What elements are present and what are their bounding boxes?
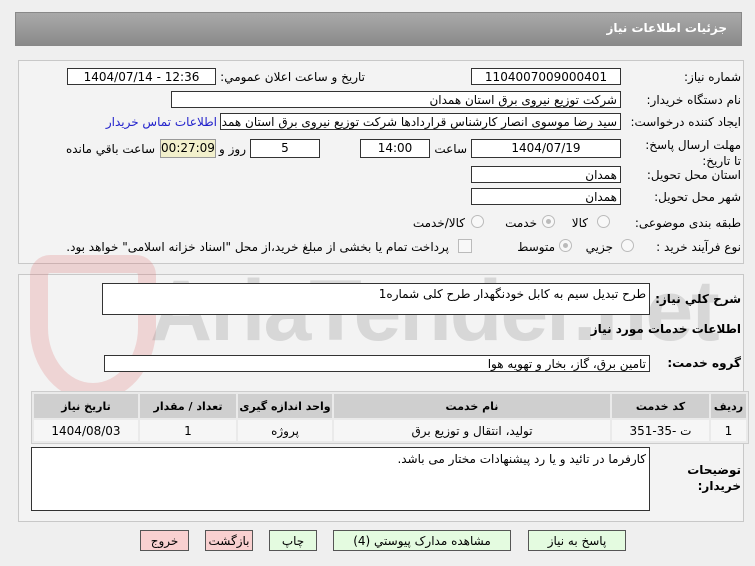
back-button[interactable]: بازگشت	[205, 530, 253, 551]
treasury-checkbox[interactable]	[458, 239, 472, 253]
category-radio-goods[interactable]	[597, 215, 610, 228]
category-option-service: خدمت	[505, 216, 537, 230]
need-number-label: شماره نیاز:	[684, 70, 741, 84]
remaining-timer: 00:27:09	[160, 139, 216, 158]
contact-buyer-link[interactable]: اطلاعات تماس خريدار	[106, 115, 217, 129]
province-label: استان محل تحویل:	[646, 168, 741, 182]
creator-field[interactable]: سید رضا موسوی انصار کارشناس قراردادها شر…	[220, 113, 621, 130]
col-qty: تعداد / مقدار	[140, 394, 236, 418]
services-title: اطلاعات خدمات مورد نیاز	[590, 322, 741, 336]
service-group-field[interactable]: تامین برق، گاز، بخار و تهویه هوا	[104, 355, 650, 372]
time-label: ساعت	[434, 142, 467, 156]
cell-unit: پروژه	[238, 420, 332, 441]
announce-label: تاریخ و ساعت اعلان عمومي:	[220, 70, 365, 84]
process-radio-medium[interactable]	[559, 239, 572, 252]
announce-field[interactable]: 1404/07/14 - 12:36	[67, 68, 216, 85]
days-field[interactable]: 5	[250, 139, 320, 158]
buyer-label: نام دستگاه خريدار:	[646, 93, 742, 107]
page: جزئیات اطلاعات نیاز AriaTender.net شماره…	[0, 0, 755, 566]
col-row: ردیف	[711, 394, 746, 418]
city-field[interactable]: همدان	[471, 188, 621, 205]
process-radio-minor[interactable]	[621, 239, 634, 252]
table-row: 1 ت -35-351 تولید، انتقال و توزیع برق پر…	[34, 420, 746, 441]
page-header: جزئیات اطلاعات نیاز	[15, 12, 742, 46]
notes-label: توضیحات خریدار:	[687, 463, 741, 493]
cell-qty: 1	[140, 420, 236, 441]
summary-textarea[interactable]: طرح تبدیل سیم به کابل خودنگهدار طرح کلی …	[102, 283, 650, 315]
page-title: جزئیات اطلاعات نیاز	[606, 21, 727, 35]
cell-name: تولید، انتقال و توزیع برق	[334, 420, 610, 441]
table-header-row: ردیف کد خدمت نام خدمت واحد اندازه گیری ت…	[34, 394, 746, 418]
notes-textarea[interactable]: کارفرما در تائید و یا رد پیشنهادات مختار…	[31, 447, 650, 511]
col-name: نام خدمت	[334, 394, 610, 418]
remaining-label: ساعت باقي مانده	[65, 142, 155, 156]
category-option-both: کالا/خدمت	[412, 216, 465, 230]
payment-note: پرداخت تمام یا بخشی از مبلغ خرید،از محل …	[66, 240, 449, 254]
service-group-label: گروه خدمت:	[667, 356, 741, 370]
cell-date: 1404/08/03	[34, 420, 138, 441]
cell-row: 1	[711, 420, 746, 441]
cell-code: ت -35-351	[612, 420, 709, 441]
reply-button[interactable]: پاسخ به نیاز	[528, 530, 626, 551]
deadline-date-field[interactable]: 1404/07/19	[471, 139, 621, 158]
process-label: نوع فرآیند خرید :	[656, 240, 741, 254]
city-label: شهر محل تحویل:	[654, 190, 741, 204]
watermark-logo	[30, 255, 156, 401]
category-radio-both[interactable]	[471, 215, 484, 228]
process-option-minor: جزيي	[585, 240, 613, 254]
print-button[interactable]: چاپ	[269, 530, 317, 551]
deadline-label: مهلت ارسال پاسخ: تا تاریخ:	[645, 138, 741, 168]
summary-label: شرح كلي نياز:	[655, 292, 741, 306]
exit-button[interactable]: خروج	[140, 530, 189, 551]
creator-label: ايجاد کننده درخواست:	[630, 115, 741, 129]
services-table: ردیف کد خدمت نام خدمت واحد اندازه گیری ت…	[31, 391, 749, 444]
deadline-time-field[interactable]: 14:00	[360, 139, 430, 158]
need-number-field[interactable]: 1104007009000401	[471, 68, 621, 85]
col-unit: واحد اندازه گیری	[238, 394, 332, 418]
category-radio-service[interactable]	[542, 215, 555, 228]
view-attachments-button[interactable]: مشاهده مدارک پیوستي (4)	[333, 530, 511, 551]
category-option-goods: کالا	[571, 216, 588, 230]
category-label: طبقه بندی موضوعی:	[634, 216, 741, 230]
days-label: روز و	[219, 142, 246, 156]
process-option-medium: متوسط	[517, 240, 555, 254]
col-code: کد خدمت	[612, 394, 709, 418]
province-field[interactable]: همدان	[471, 166, 621, 183]
buyer-field[interactable]: شرکت توزیع نیروی برق استان همدان	[171, 91, 621, 108]
col-date: تاریخ نیاز	[34, 394, 138, 418]
